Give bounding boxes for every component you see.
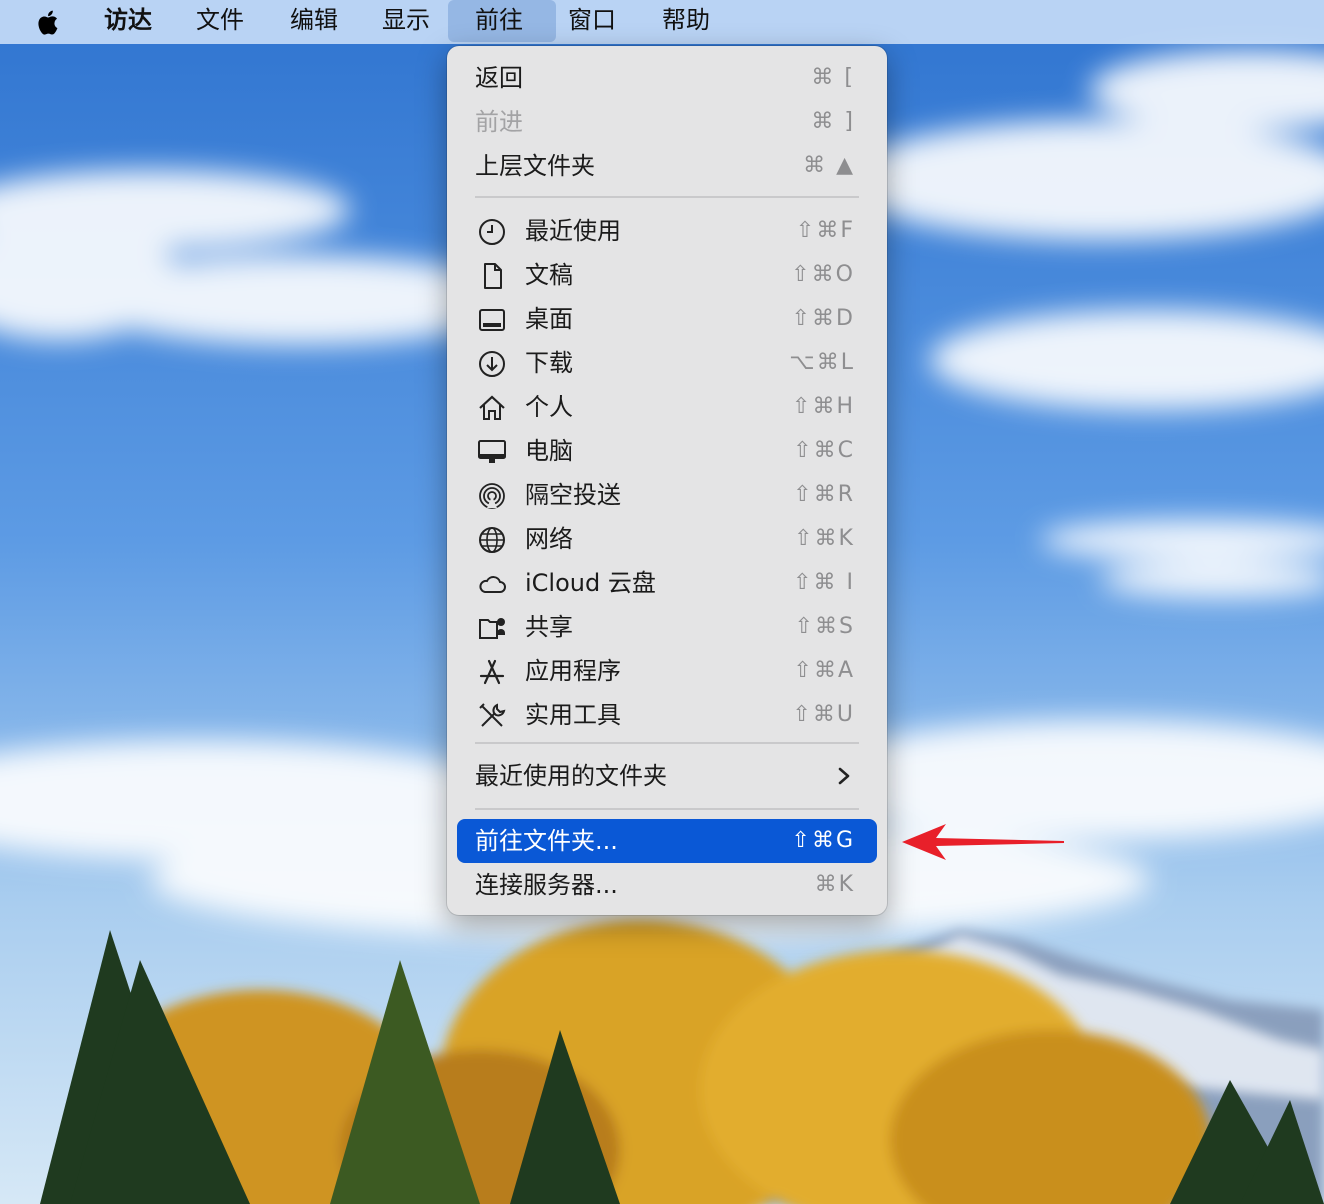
menu-item-label: 应用程序 [525,657,621,685]
shortcut-label: ⌘ [ [811,65,855,90]
annotation-arrow-icon [902,824,1064,860]
menu-item-computer[interactable]: 电脑 ⇧⌘C [457,429,877,473]
menu-item-label: 桌面 [525,305,573,333]
menu-edit[interactable]: 编辑 [276,0,352,42]
menu-item-utilities[interactable]: 实用工具 ⇧⌘U [457,693,877,737]
menu-item-airdrop[interactable]: 隔空投送 ⇧⌘R [457,473,877,517]
menu-item-forward: 前进 ⌘ ] [457,100,877,144]
menu-item-home[interactable]: 个人 ⇧⌘H [457,385,877,429]
shortcut-label: ⇧⌘A [793,658,855,683]
shortcut-label: ⇧⌘ I [793,570,855,595]
menu-item-icloud-drive[interactable]: iCloud 云盘 ⇧⌘ I [457,561,877,605]
shared-folder-icon [479,618,505,639]
menu-bar: 访达 文件 编辑 显示 前往 窗口 帮助 [0,0,1324,44]
menu-item-back[interactable]: 返回 ⌘ [ [457,56,877,100]
menu-item-label: 个人 [525,393,573,421]
menu-item-label: 上层文件夹 [475,152,595,180]
menu-item-label: 下载 [525,349,573,377]
download-icon [479,351,505,377]
shortcut-label: ⇧⌘K [794,526,855,551]
menu-item-label: 连接服务器... [475,871,618,899]
shortcut-label: ⌘ ] [811,109,855,134]
menu-window[interactable]: 窗口 [554,0,630,42]
menu-item-label: 文稿 [525,261,573,289]
menu-item-label: 实用工具 [525,701,621,729]
menu-item-connect-server[interactable]: 连接服务器... ⌘K [457,863,877,907]
menu-item-enclosing-folder[interactable]: 上层文件夹 ⌘ ▲ [457,144,877,188]
menu-item-label: 前往文件夹... [475,827,618,855]
apple-logo-icon[interactable] [34,7,64,37]
menu-finder[interactable]: 访达 [90,0,166,42]
shortcut-label: ⇧⌘O [791,262,855,287]
computer-icon [478,440,506,463]
menu-item-documents[interactable]: 文稿 ⇧⌘O [457,253,877,297]
globe-icon [479,527,505,553]
menu-item-label: 返回 [475,64,523,92]
menu-file[interactable]: 文件 [182,0,258,42]
menu-item-network[interactable]: 网络 ⇧⌘K [457,517,877,561]
shortcut-label: ⇧⌘U [792,702,855,727]
menu-item-recents[interactable]: 最近使用 ⇧⌘F [457,209,877,253]
shortcut-label: ⇧⌘R [793,482,855,507]
shortcut-label: ⇧⌘D [791,306,855,331]
menu-item-label: 隔空投送 [525,481,621,509]
shortcut-label: ⇧⌘C [793,438,855,463]
go-menu-dropdown: 返回 ⌘ [ 前进 ⌘ ] 上层文件夹 ⌘ ▲ 最近使用 ⇧⌘F 文稿 ⇧⌘O … [447,46,887,915]
shortcut-label: ⇧⌘F [795,218,855,243]
menu-item-recent-folders[interactable]: 最近使用的文件夹 [457,754,877,798]
cloud-icon [479,576,506,593]
airdrop-icon [479,483,505,509]
shortcut-label: ⌘ ▲ [803,153,855,178]
menu-separator [475,808,859,810]
document-icon [484,263,502,289]
menu-separator [475,742,859,744]
menu-item-desktop[interactable]: 桌面 ⇧⌘D [457,297,877,341]
menu-item-label: 前进 [475,108,523,136]
menu-go[interactable]: 前往 [448,0,556,42]
shortcut-label: ⇧⌘S [794,614,855,639]
menu-item-applications[interactable]: 应用程序 ⇧⌘A [457,649,877,693]
menu-item-label: 最近使用的文件夹 [475,762,667,790]
chevron-right-icon [838,767,850,785]
menu-item-label: 电脑 [525,437,573,465]
menu-separator [475,196,859,198]
shortcut-label: ⇧⌘G [791,828,855,853]
menu-item-label: iCloud 云盘 [525,569,656,597]
menu-view[interactable]: 显示 [368,0,444,42]
menu-item-label: 最近使用 [525,217,621,245]
shortcut-label: ⌥⌘L [789,350,855,375]
home-icon [479,395,505,420]
clock-icon [479,219,505,245]
menu-item-label: 网络 [525,525,573,553]
menu-item-shared[interactable]: 共享 ⇧⌘S [457,605,877,649]
applications-icon [479,659,505,685]
shortcut-label: ⌘K [814,872,855,897]
desktop-icon [479,309,505,331]
shortcut-label: ⇧⌘H [792,394,855,419]
menu-help[interactable]: 帮助 [648,0,724,42]
menu-item-label: 共享 [525,613,573,641]
menu-item-go-to-folder[interactable]: 前往文件夹... ⇧⌘G [457,819,877,863]
menu-item-downloads[interactable]: 下载 ⌥⌘L [457,341,877,385]
utilities-icon [479,703,506,727]
